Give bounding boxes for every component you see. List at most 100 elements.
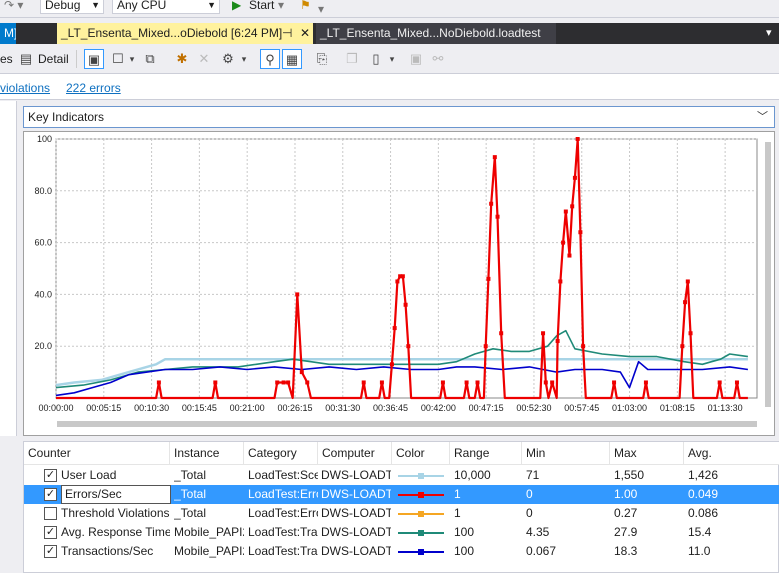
row-checkbox[interactable]: ✓ (44, 488, 57, 501)
chevron-down-icon[interactable]: ▾ (382, 49, 402, 69)
series-point (567, 253, 572, 258)
overflow-icon[interactable]: ▾ (318, 2, 324, 16)
column-header-instance[interactable]: Instance (170, 442, 244, 465)
grid-header: Counter Instance Category Computer Color… (24, 442, 779, 465)
link-icon[interactable]: ⚯ (428, 49, 448, 69)
table-row[interactable]: Threshold Violations _Total LoadTest:Erro D… (24, 504, 779, 523)
row-min: 0.067 (526, 544, 557, 558)
zoom-icon[interactable]: ⚲ (260, 49, 280, 69)
row-instance: _Total (174, 506, 207, 520)
export-icon[interactable]: ⎘ (312, 49, 332, 69)
column-header-min[interactable]: Min (522, 442, 610, 465)
series-point (680, 344, 685, 349)
series-point (156, 380, 161, 385)
column-header-avg[interactable]: Avg. (684, 442, 779, 465)
platform-dropdown[interactable]: Any CPU ▼ (112, 0, 220, 14)
series-point (305, 380, 310, 385)
errors-link[interactable]: 222 errors (66, 81, 121, 95)
series-point (475, 380, 480, 385)
pin-icon[interactable]: ⊣ (282, 23, 292, 44)
y-tick-label: 80.0 (34, 186, 52, 196)
tab-label: _LT_Ensenta_Mixed...NoDiebold.loadtest (320, 26, 541, 40)
chevron-down-icon[interactable]: ▾ (278, 0, 284, 12)
summary-button[interactable]: es (0, 48, 13, 70)
row-checkbox[interactable]: ✓ (44, 526, 57, 539)
series-point (361, 380, 366, 385)
chevron-down-icon[interactable]: ▾ (122, 49, 142, 69)
series-point (489, 201, 494, 206)
series-point (486, 276, 491, 281)
top-toolbar: ↷ ▾ Debug ▼ Any CPU ▼ ▶ Start ▾ ⚑ ▾ (0, 0, 779, 18)
row-range: 1 (454, 506, 461, 520)
x-tick-label: 01:08:15 (660, 403, 695, 413)
graph-icon[interactable]: ▣ (84, 49, 104, 69)
copy-icon[interactable]: ❐ (342, 49, 362, 69)
row-max: 1,550 (614, 468, 645, 482)
x-tick-label: 00:00:00 (38, 403, 73, 413)
row-counter: User Load (61, 468, 117, 482)
x-tick-label: 00:42:00 (421, 403, 456, 413)
play-icon[interactable]: ▶ (232, 0, 241, 12)
add-counter-icon[interactable]: ✱ (172, 49, 192, 69)
attach-icon[interactable]: ⚑ (300, 0, 311, 12)
key-indicators-chart: 100 80.0 60.0 40.0 20.0 00:00:00 00:05:15 00:10… (34, 134, 758, 413)
chevron-down-icon[interactable]: ▾ (234, 49, 254, 69)
tab-overflow-icon[interactable]: ▾ (766, 26, 772, 39)
tab-loadtest[interactable]: _LT_Ensenta_Mixed...NoDiebold.loadtest (316, 23, 556, 44)
row-range: 100 (454, 544, 475, 558)
row-checkbox[interactable]: ✓ (44, 545, 57, 558)
row-avg: 11.0 (688, 544, 711, 558)
tab-results[interactable]: _LT_Ensenta_Mixed...oDiebold [6:24 PM] ⊣… (57, 23, 313, 44)
row-checkbox[interactable]: ✓ (44, 469, 57, 482)
table-row[interactable]: ✓ Avg. Response Time Mobile_PAPI2 LoadTest:… (24, 523, 779, 542)
series-point (281, 380, 286, 385)
series-point (612, 380, 617, 385)
column-header-computer[interactable]: Computer (318, 442, 392, 465)
violations-link[interactable]: violations (0, 81, 50, 95)
row-category: LoadTest:Erro (248, 506, 318, 520)
column-header-counter[interactable]: Counter (24, 442, 170, 465)
x-tick-label: 00:05:15 (86, 403, 121, 413)
redo-icon[interactable]: ↷ ▾ (4, 0, 23, 12)
close-icon[interactable]: ✕ (300, 23, 310, 44)
layout-icon[interactable]: ⧉ (140, 49, 160, 69)
series-point (570, 204, 575, 209)
series-point (395, 279, 400, 284)
detail-button[interactable]: Detail (38, 48, 69, 70)
configuration-dropdown[interactable]: Debug ▼ (40, 0, 104, 14)
series-point (299, 370, 304, 375)
series-point (379, 380, 384, 385)
delete-icon[interactable]: ✕ (194, 49, 214, 69)
x-tick-label: 00:21:00 (230, 403, 265, 413)
horizontal-zoom-bar[interactable] (57, 421, 757, 427)
x-tick-label: 01:03:00 (612, 403, 647, 413)
table-row[interactable]: ✓ User Load _Total LoadTest:SceDWS-LOADTE 10… (24, 466, 779, 485)
row-checkbox[interactable] (44, 507, 57, 520)
row-instance: Mobile_PAPI2 (174, 544, 244, 558)
row-color-swatch (398, 511, 444, 517)
y-tick-label: 20.0 (34, 341, 52, 351)
series-point (403, 302, 408, 307)
graph-selector-dropdown[interactable]: Key Indicators ﹀ (23, 106, 775, 128)
table-row[interactable]: ✓ Errors/Sec_Total LoadTest:ErroDWS-LOADTE… (24, 485, 779, 504)
chevron-down-icon: ﹀ (757, 111, 768, 123)
row-computer: DWS-LOADTE (321, 468, 391, 482)
start-button[interactable]: Start (249, 0, 274, 12)
chevron-down-icon: ▼ (91, 0, 100, 10)
save-icon[interactable]: ▣ (406, 49, 426, 69)
series-point (499, 331, 504, 336)
row-counter[interactable]: Errors/Sec (61, 485, 171, 504)
column-header-max[interactable]: Max (610, 442, 684, 465)
series-point (440, 380, 445, 385)
column-header-color[interactable]: Color (392, 442, 450, 465)
table-row[interactable]: ✓ Transactions/Sec Mobile_PAPI2 LoadTest:Tr… (24, 542, 779, 561)
tab-previous[interactable]: M] (0, 23, 16, 44)
grid-toggle-icon[interactable]: ▦ (282, 49, 302, 69)
separator (76, 50, 77, 68)
x-tick-label: 00:15:45 (182, 403, 217, 413)
column-header-category[interactable]: Category (244, 442, 318, 465)
x-tick-label: 00:52:30 (516, 403, 551, 413)
column-header-range[interactable]: Range (450, 442, 522, 465)
series-point (685, 279, 690, 284)
vertical-zoom-bar[interactable] (765, 142, 771, 407)
